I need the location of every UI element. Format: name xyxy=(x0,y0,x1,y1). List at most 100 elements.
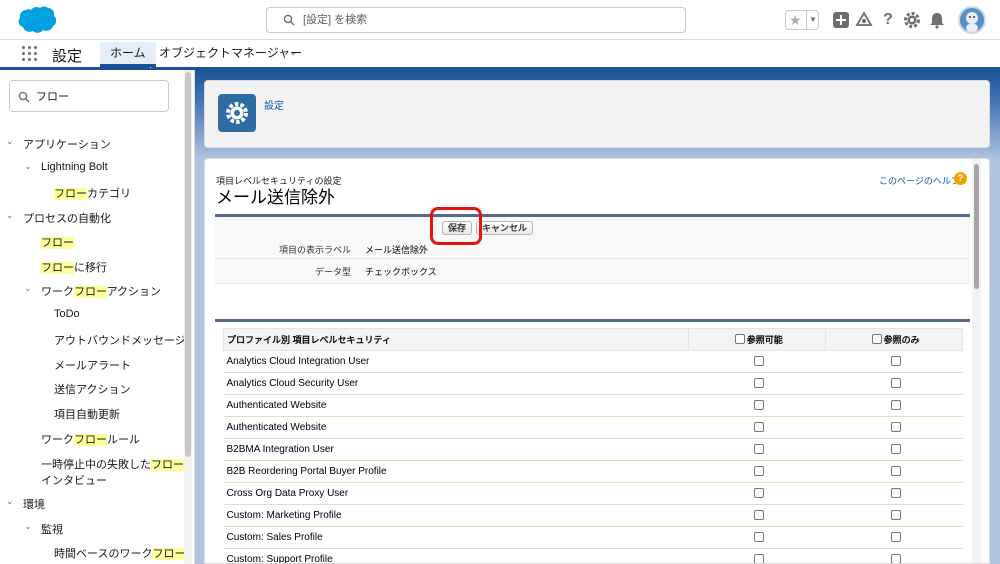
bell-icon[interactable] xyxy=(928,11,946,29)
chevron-down-icon[interactable]: ⌄ xyxy=(6,210,16,221)
gear-icon[interactable] xyxy=(903,11,921,29)
select-all-readonly-checkbox[interactable] xyxy=(871,334,882,344)
visible-checkbox[interactable] xyxy=(753,400,764,411)
tree-item-workflow-actions[interactable]: ⌄ ワークフローアクション xyxy=(24,283,161,299)
readonly-checkbox[interactable] xyxy=(890,466,901,477)
visible-checkbox[interactable] xyxy=(753,444,764,455)
readonly-checkbox[interactable] xyxy=(890,422,901,433)
visible-checkbox[interactable] xyxy=(753,532,764,543)
tree-item-field-updates[interactable]: 項目自動更新 xyxy=(54,406,120,422)
tree-item-lightning-bolt[interactable]: ⌄ Lightning Bolt xyxy=(24,161,108,173)
visible-checkbox[interactable] xyxy=(753,356,764,367)
trailhead-icon[interactable] xyxy=(855,11,873,29)
help-icon[interactable]: ? xyxy=(954,172,967,185)
tree-item-monitoring[interactable]: ⌄ 監視 xyxy=(24,521,63,537)
chevron-down-icon[interactable]: ⌄ xyxy=(24,283,34,294)
column-header-visible: 参照可能 xyxy=(688,328,827,351)
sidebar-scrollbar-thumb[interactable] xyxy=(185,72,191,457)
app-launcher-icon[interactable] xyxy=(22,46,38,62)
tree-item-migrate-to-flow[interactable]: フローに移行 xyxy=(41,259,107,275)
setup-breadcrumb-link[interactable]: 設定 xyxy=(264,97,284,112)
avatar[interactable] xyxy=(958,6,986,34)
chevron-down-icon[interactable]: ⌄ xyxy=(6,136,16,147)
field-label: 項目の表示ラベル xyxy=(278,245,351,255)
tree-label: ワーク xyxy=(41,434,74,446)
readonly-checkbox[interactable] xyxy=(890,400,901,411)
help-link[interactable]: このページのヘルプ xyxy=(879,174,960,187)
star-icon[interactable]: ★ xyxy=(789,12,802,28)
tree-item-todo[interactable]: ToDo xyxy=(54,308,80,320)
tree-label: アクション xyxy=(106,286,162,298)
visible-checkbox[interactable] xyxy=(753,488,764,499)
tab-object-manager[interactable]: オブジェクトマネージャー ⌄ xyxy=(159,42,302,67)
tree-item-paused-flow-interviews[interactable]: 一時停止中の失敗したフロー xyxy=(41,456,184,472)
tree-label: インタビュー xyxy=(41,475,107,487)
main-area: 設定 項目レベルセキュリティの設定 メール送信除外 このページのヘルプ ? 保存… xyxy=(195,70,1000,564)
global-search-box[interactable] xyxy=(266,7,686,33)
tree-label-highlight: フロー xyxy=(152,548,186,560)
tree-item-outbound-messages[interactable]: アウトバウンドメッセージ xyxy=(54,332,186,348)
readonly-checkbox[interactable] xyxy=(890,444,901,455)
visible-checkbox[interactable] xyxy=(753,466,764,477)
cancel-button[interactable]: キャンセル xyxy=(476,221,534,235)
save-button[interactable]: 保存 xyxy=(442,221,473,235)
chevron-down-icon[interactable]: ⌄ xyxy=(289,42,297,64)
visible-checkbox[interactable] xyxy=(753,510,764,521)
column-header-visible-label: 参照可能 xyxy=(746,335,783,345)
readonly-checkbox[interactable] xyxy=(890,510,901,521)
tree-label: ルール xyxy=(107,434,140,446)
profile-name: Analytics Cloud Security User xyxy=(223,372,689,395)
tree-item-applications[interactable]: ⌄ アプリケーション xyxy=(6,136,111,152)
context-nav-bar: 設定 ホーム オブジェクトマネージャー ⌄ xyxy=(0,40,1000,70)
tree-item-email-alerts[interactable]: メールアラート xyxy=(54,357,131,373)
tree-item-environments[interactable]: ⌄ 環境 xyxy=(6,496,45,512)
page-title: メール送信除外 xyxy=(216,188,335,207)
field-row-datatype: データ型 チェックボックス xyxy=(215,259,970,281)
chevron-down-icon[interactable]: ⌄ xyxy=(24,161,34,172)
tree-item-paused-flow-interviews-line2[interactable]: インタビュー xyxy=(41,472,107,488)
tree-item-flow[interactable]: フロー xyxy=(41,234,74,250)
chevron-down-icon[interactable]: ⌄ xyxy=(6,496,16,507)
tree-label: メールアラート xyxy=(54,360,131,372)
tab-home[interactable]: ホーム xyxy=(100,42,156,67)
salesforce-logo-icon[interactable] xyxy=(14,6,56,36)
tree-label: ToDo xyxy=(54,308,80,320)
permission-block: プロファイル別 項目レベルセキュリティ 参照可能 参照のみ Analytics … xyxy=(215,319,970,563)
profile-name: Authenticated Website xyxy=(223,394,689,417)
quick-find-input[interactable] xyxy=(36,88,161,104)
tree-item-send-actions[interactable]: 送信アクション xyxy=(54,381,130,397)
tree-item-time-based-workflow[interactable]: 時間ベースのワークフロー xyxy=(54,545,186,561)
tree-label: ワーク xyxy=(41,286,74,298)
field-row-label: 項目の表示ラベル メール送信除外 xyxy=(215,237,970,259)
tree-label: 環境 xyxy=(23,499,45,511)
add-icon[interactable] xyxy=(832,11,850,29)
readonly-checkbox[interactable] xyxy=(890,554,901,563)
tree-item-flow-category[interactable]: フローカテゴリ xyxy=(54,185,131,201)
visible-checkbox[interactable] xyxy=(753,554,764,563)
content-scrollbar-thumb[interactable] xyxy=(974,164,979,289)
quick-find-box[interactable] xyxy=(9,80,169,112)
table-row: Cross Org Data Proxy User xyxy=(223,482,963,505)
readonly-checkbox[interactable] xyxy=(890,532,901,543)
table-row: Authenticated Website xyxy=(223,394,963,417)
visible-checkbox[interactable] xyxy=(753,422,764,433)
content-scrollbar[interactable] xyxy=(972,159,981,563)
table-row: B2B Reordering Portal Buyer Profile xyxy=(223,460,963,483)
readonly-checkbox[interactable] xyxy=(890,356,901,367)
column-header-profile: プロファイル別 項目レベルセキュリティ xyxy=(222,328,690,351)
tree-label: 一時停止中の失敗した xyxy=(41,459,151,471)
user-avatar-icon xyxy=(966,12,978,32)
visible-checkbox[interactable] xyxy=(753,378,764,389)
readonly-checkbox[interactable] xyxy=(890,378,901,389)
select-all-visible-checkbox[interactable] xyxy=(734,334,745,344)
global-search-input[interactable] xyxy=(303,11,673,29)
tree-label-highlight: フロー xyxy=(74,434,107,446)
field-label: データ型 xyxy=(314,267,351,277)
tree-item-process-automation[interactable]: ⌄ プロセスの自動化 xyxy=(6,210,111,226)
chevron-down-icon[interactable]: ⌄ xyxy=(24,521,34,532)
sidebar-scrollbar[interactable] xyxy=(184,70,192,564)
readonly-checkbox[interactable] xyxy=(890,488,901,499)
tree-item-workflow-rules[interactable]: ワークフロールール xyxy=(41,431,140,447)
chevron-down-icon[interactable]: ▼ xyxy=(806,11,819,29)
help-icon[interactable]: ? xyxy=(879,11,897,29)
